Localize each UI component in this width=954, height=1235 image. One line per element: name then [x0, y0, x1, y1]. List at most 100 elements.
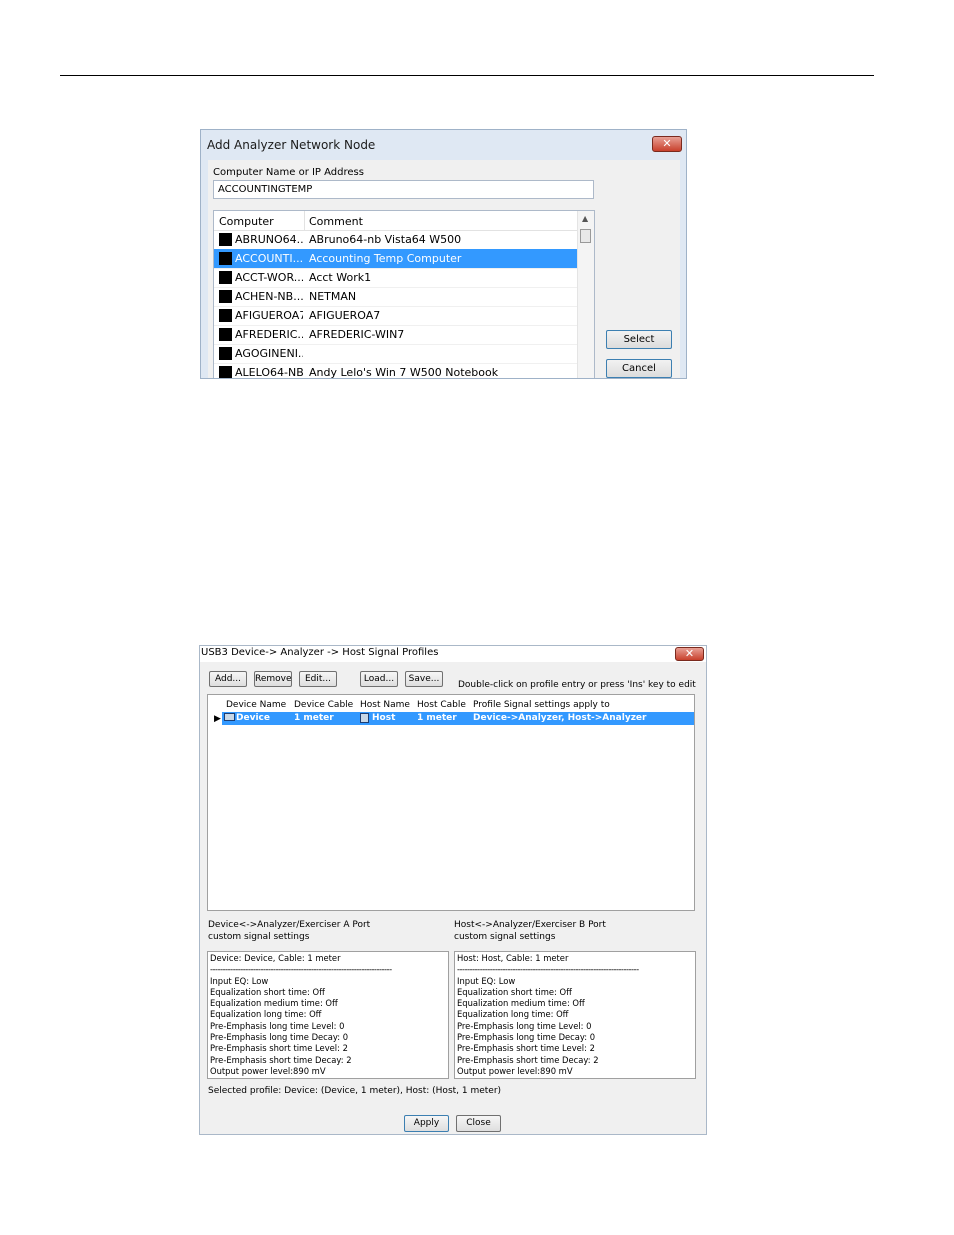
load-button[interactable]: Load... — [360, 671, 398, 687]
settings-header: Device: Device, Cable: 1 meter — [210, 953, 341, 963]
cell-apply-to: Device->Analyzer, Host->Analyzer — [473, 713, 647, 723]
cell-computer: AGOGINENI... — [235, 347, 303, 360]
row-indicator-icon: ▶ — [214, 714, 221, 724]
settings-line: Pre-Emphasis short time Decay: 2 — [457, 1054, 599, 1065]
dialog-body: Computer Name or IP Address ACCOUNTINGTE… — [208, 160, 680, 379]
column-header-host-cable[interactable]: Host Cable — [417, 700, 466, 710]
device-settings-box[interactable]: Device: Device, Cable: 1 meter ---------… — [207, 951, 449, 1079]
save-button[interactable]: Save... — [405, 671, 443, 687]
scroll-thumb[interactable] — [580, 229, 591, 243]
cell-comment: NETMAN — [309, 290, 357, 303]
dialog-title: USB3 Device-> Analyzer -> Host Signal Pr… — [201, 647, 439, 658]
settings-line: Equalization long time: Off — [457, 1009, 569, 1020]
cell-computer: ACCT-WOR... — [235, 271, 303, 284]
close-icon[interactable]: ✕ — [675, 647, 704, 661]
settings-line: Input EQ: Low — [210, 975, 269, 986]
cell-computer: AFIGUEROA7 — [235, 309, 303, 322]
settings-line: Equalization short time: Off — [210, 986, 325, 997]
list-item[interactable]: ABRUNO64... ABruno64-nb Vista64 W500 — [214, 230, 578, 250]
computer-icon — [219, 328, 232, 341]
list-scrollbar[interactable]: ▲ ▼ — [577, 211, 594, 378]
settings-line: Pre-Emphasis long time Level: 0 — [210, 1020, 345, 1031]
cell-host-name: Host — [372, 713, 396, 723]
computer-name-label: Computer Name or IP Address — [213, 167, 364, 178]
computer-icon — [219, 366, 232, 378]
edit-button[interactable]: Edit... — [299, 671, 337, 687]
cell-computer: ACCOUNTI... — [235, 252, 303, 265]
cancel-button[interactable]: Cancel — [606, 359, 672, 378]
signal-profiles-dialog: USB3 Device-> Analyzer -> Host Signal Pr… — [199, 645, 707, 1135]
settings-line: Pre-Emphasis long time Decay: 0 — [210, 1032, 349, 1043]
settings-separator: ----------------------------------------… — [210, 964, 392, 975]
list-item[interactable]: ACCOUNTI... Accounting Temp Computer — [214, 249, 578, 269]
cell-comment: Accounting Temp Computer — [309, 252, 462, 265]
column-header-device-cable[interactable]: Device Cable — [294, 700, 353, 710]
column-header-apply-to[interactable]: Profile Signal settings apply to — [473, 700, 610, 710]
computer-icon — [219, 347, 232, 360]
settings-line: Equalization medium time: Off — [457, 998, 585, 1009]
select-button[interactable]: Select — [606, 330, 672, 349]
cell-comment: ABruno64-nb Vista64 W500 — [309, 233, 462, 246]
list-item[interactable]: AFIGUEROA7 AFIGUEROA7 — [214, 306, 578, 326]
cell-computer: ALELO64-NB — [235, 366, 303, 379]
list-item[interactable]: ACHEN-NB... NETMAN — [214, 287, 578, 307]
settings-line: Equalization long time: Off — [210, 1009, 322, 1020]
settings-line: Pre-Emphasis short time Decay: 2 — [210, 1054, 352, 1065]
title-bar: USB3 Device-> Analyzer -> Host Signal Pr… — [200, 646, 706, 662]
column-header-computer[interactable]: Computer — [219, 215, 274, 228]
cell-comment: AFREDERIC-WIN7 — [309, 328, 405, 341]
cell-computer: AFREDERIC... — [235, 328, 303, 341]
cell-comment: Andy Lelo's Win 7 W500 Notebook — [309, 366, 499, 379]
settings-line: Pre-Emphasis long time Decay: 0 — [457, 1032, 596, 1043]
table-header: Device Name Device Cable Host Name Host … — [208, 698, 694, 712]
list-header: Computer Comment — [214, 211, 578, 231]
list-item[interactable]: ALELO64-NB Andy Lelo's Win 7 W500 Noteboo… — [214, 363, 578, 379]
list-item[interactable]: AGOGINENI... — [214, 344, 578, 364]
cell-computer: ACHEN-NB... — [235, 290, 303, 303]
host-settings-box[interactable]: Host: Host, Cable: 1 meter -------------… — [454, 951, 696, 1079]
settings-line: Equalization medium time: Off — [210, 998, 338, 1009]
computer-name-input[interactable]: ACCOUNTINGTEMP — [213, 180, 594, 199]
page-header-rule — [60, 75, 874, 76]
edit-hint: Double-click on profile entry or press '… — [458, 680, 696, 690]
cell-host-cable: 1 meter — [417, 713, 457, 723]
settings-line: Pre-Emphasis short time Level: 2 — [210, 1043, 348, 1054]
computer-icon — [219, 271, 232, 284]
apply-button[interactable]: Apply — [404, 1115, 449, 1132]
column-header-comment[interactable]: Comment — [309, 215, 363, 228]
cell-device-name: Device — [236, 713, 270, 723]
settings-line: Pre-Emphasis short time Level: 2 — [457, 1043, 595, 1054]
table-row[interactable]: Device 1 meter Host 1 meter Device->Anal… — [222, 712, 694, 725]
scroll-up-icon[interactable]: ▲ — [582, 214, 588, 223]
cell-device-cable: 1 meter — [294, 713, 334, 723]
profile-table[interactable]: Device Name Device Cable Host Name Host … — [207, 694, 695, 911]
settings-header: Host: Host, Cable: 1 meter — [457, 953, 569, 963]
dialog-title: Add Analyzer Network Node — [207, 138, 376, 152]
list-item[interactable]: ACCT-WOR... Acct Work1 — [214, 268, 578, 288]
close-icon[interactable]: ✕ — [652, 136, 682, 152]
host-computer-icon — [360, 713, 369, 723]
computer-list[interactable]: Computer Comment ABRUNO64... ABruno64-nb … — [213, 210, 595, 379]
settings-line: Pre-Emphasis long time Level: 0 — [457, 1020, 592, 1031]
port-b-label: Host<->Analyzer/Exerciser B Port custom … — [454, 920, 606, 942]
cell-comment: Acct Work1 — [309, 271, 372, 284]
settings-line: Output power level:890 mV — [210, 1065, 326, 1076]
list-item[interactable]: AFREDERIC... AFREDERIC-WIN7 — [214, 325, 578, 345]
device-icon — [224, 713, 235, 721]
column-header-device-name[interactable]: Device Name — [226, 700, 286, 710]
close-button[interactable]: Close — [456, 1115, 501, 1132]
settings-line: Equalization short time: Off — [457, 986, 572, 997]
settings-separator: ----------------------------------------… — [457, 964, 639, 975]
column-header-host-name[interactable]: Host Name — [360, 700, 410, 710]
add-button[interactable]: Add... — [209, 671, 247, 687]
computer-icon — [219, 309, 232, 322]
cell-computer: ABRUNO64... — [235, 233, 303, 246]
selected-profile-text: Selected profile: Device: (Device, 1 met… — [208, 1086, 502, 1096]
remove-button[interactable]: Remove — [254, 671, 292, 687]
computer-icon — [219, 252, 232, 265]
cell-comment: AFIGUEROA7 — [309, 309, 381, 322]
settings-line: Output power level:890 mV — [457, 1065, 573, 1076]
port-a-label: Device<->Analyzer/Exerciser A Port custo… — [208, 920, 371, 942]
settings-line: Input EQ: Low — [457, 975, 516, 986]
computer-icon — [219, 290, 232, 303]
